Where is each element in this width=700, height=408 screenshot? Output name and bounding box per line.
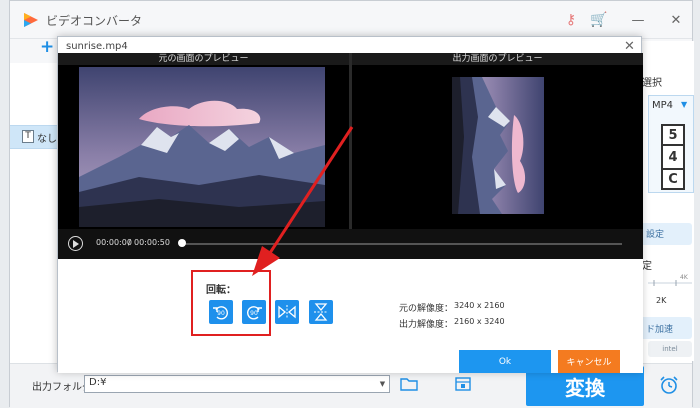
folder-icon[interactable] (400, 375, 418, 393)
flip-vertical-button[interactable] (309, 300, 333, 324)
subtitle-icon: T (22, 130, 34, 143)
settings-button[interactable]: 設定 (636, 223, 692, 245)
hw-accel-label: ド加速 (646, 325, 674, 335)
source-resolution-value: 3240 x 2160 (454, 301, 505, 310)
annotation-highlight-box (191, 270, 271, 336)
original-preview (58, 65, 349, 229)
intel-badge: intel (648, 341, 692, 357)
minimize-icon[interactable]: — (627, 9, 649, 31)
chevron-down-icon: ▼ (681, 100, 688, 109)
format-digit: C (661, 168, 685, 190)
settings-label: 設定 (646, 230, 665, 240)
current-time: 00:00:00 (96, 238, 132, 247)
format-digit: 4 (661, 146, 685, 168)
resolution-label: 定 (642, 261, 652, 272)
cart-icon[interactable]: 🛒 (590, 11, 608, 29)
original-preview-label: 元の画面のプレビュー (58, 53, 349, 65)
alarm-clock-icon[interactable] (658, 374, 680, 396)
source-resolution-label: 元の解像度： (399, 304, 454, 314)
time-separator: / (128, 238, 131, 247)
flip-horizontal-icon (278, 305, 296, 319)
cancel-button[interactable]: キャンセル (558, 350, 620, 373)
rotation-controls: 回転： 90 90 元の解像度： 3240 x 2160 出力解像度： 2160… (58, 259, 643, 373)
ok-button[interactable]: Ok (459, 350, 551, 373)
hw-accel-button[interactable]: ド加速 (638, 317, 692, 339)
play-icon (73, 239, 79, 248)
rotate-dialog: sunrise.mp4 ✕ 元の画面のプレビュー 出力画面のプレビュー 00:0… (57, 36, 643, 373)
format-selector[interactable]: MP4 ▼ 5 4 C (648, 95, 694, 193)
close-icon[interactable]: ✕ (624, 39, 635, 54)
subtitle-value: なし (37, 134, 57, 145)
format-select-label: 選択 (642, 78, 662, 89)
flip-vertical-icon (314, 303, 328, 321)
res-scale-label: 4K (680, 274, 689, 281)
play-button[interactable] (68, 236, 83, 251)
resolution-value: 2K (656, 296, 667, 305)
rotated-preview-image (452, 77, 544, 214)
output-resolution-label: 出力解像度： (399, 320, 454, 330)
format-value: MP4 (652, 100, 674, 111)
title-bar: ビデオコンバータ ⚷ 🛒 — ✕ (10, 1, 692, 39)
format-digit: 5 (661, 124, 685, 146)
app-logo-icon (24, 13, 38, 27)
resolution-slider[interactable]: 4K (648, 273, 692, 287)
plus-icon[interactable]: + (40, 37, 54, 57)
subtitle-selector[interactable]: T なし (10, 125, 60, 149)
seek-handle[interactable] (178, 239, 186, 247)
close-window-icon[interactable]: ✕ (665, 9, 687, 31)
app-title: ビデオコンバータ (46, 14, 143, 28)
output-folder-field[interactable]: D:¥ (84, 375, 390, 393)
total-time: 00:00:50 (134, 238, 170, 247)
dialog-title: sunrise.mp4 (66, 41, 128, 52)
chevron-down-icon[interactable]: ▼ (376, 376, 389, 392)
file-list-panel (10, 63, 60, 363)
open-folder-icon[interactable] (454, 375, 472, 393)
mountain-preview-image (79, 67, 325, 227)
player-bar: 00:00:00 / 00:00:50 (58, 229, 643, 259)
output-preview (352, 65, 643, 229)
key-icon[interactable]: ⚷ (562, 11, 580, 29)
output-preview-label: 出力画面のプレビュー (352, 53, 643, 65)
seek-bar[interactable] (182, 243, 622, 245)
flip-horizontal-button[interactable] (275, 300, 299, 324)
output-resolution-value: 2160 x 3240 (454, 317, 505, 326)
